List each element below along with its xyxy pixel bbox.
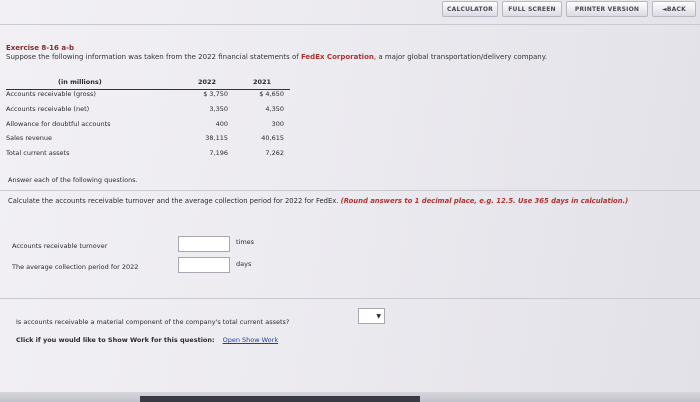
- chevron-down-icon: ▼: [376, 312, 381, 320]
- value-2021: $ 4,650: [259, 90, 284, 98]
- intro-text-after: , a major global transportation/delivery…: [373, 53, 548, 61]
- row-label: Total current assets: [6, 149, 70, 158]
- row-label: Accounts receivable (net): [6, 104, 90, 113]
- turnover-label: Accounts receivable turnover: [12, 242, 108, 250]
- question1-text: Calculate the accounts receivable turnov…: [8, 196, 696, 206]
- value-2022: 400: [215, 119, 228, 128]
- value-2021: 7,262: [265, 149, 284, 158]
- bottom-dark-band: [140, 396, 420, 402]
- value-2021: 40,615: [261, 134, 284, 143]
- header-2022: 2022: [197, 78, 217, 86]
- table-row: Allowance for doubtful accounts 400 300: [6, 120, 290, 135]
- question1-rounding-instruction: (Round answers to 1 decimal place, e.g. …: [340, 197, 629, 205]
- table-row: Sales revenue 38,115 40,615: [6, 134, 290, 149]
- value-2022: 7,196: [209, 149, 228, 158]
- collection-period-input[interactable]: [178, 257, 230, 273]
- table-row: Accounts receivable (gross) $ 3,750 $ 4,…: [6, 90, 290, 105]
- value-2022: 3,350: [209, 104, 228, 113]
- row-label: Sales revenue: [6, 134, 52, 143]
- show-work-text: Click if you would like to Show Work for…: [16, 336, 215, 344]
- value-2022: $ 3,750: [203, 90, 228, 98]
- divider-top: [0, 24, 700, 25]
- row-label: Accounts receivable (gross): [6, 90, 96, 98]
- calculator-button[interactable]: CALCULATOR: [442, 1, 498, 17]
- turnover-unit: times: [236, 238, 255, 246]
- financial-data-table: (in millions) 2022 2021 Accounts receiva…: [6, 78, 290, 164]
- back-button[interactable]: ◄BACK: [652, 1, 696, 17]
- collection-period-unit: days: [236, 260, 252, 268]
- full-screen-button[interactable]: FULL SCREEN: [502, 1, 562, 17]
- turnover-input[interactable]: [178, 236, 230, 252]
- header-2021: 2021: [252, 78, 272, 86]
- show-work-prompt: Click if you would like to Show Work for…: [16, 336, 278, 344]
- value-2021: 300: [271, 119, 284, 128]
- divider-question2: [0, 298, 700, 299]
- table-row: Accounts receivable (net) 3,350 4,350: [6, 105, 290, 120]
- top-toolbar: CALCULATOR FULL SCREEN PRINTER VERSION ◄…: [0, 0, 700, 20]
- company-name: FedEx Corporation: [300, 53, 374, 61]
- material-component-select[interactable]: ▼: [358, 308, 385, 324]
- value-2022: 38,115: [205, 134, 228, 143]
- question1-prompt: Calculate the accounts receivable turnov…: [8, 197, 341, 205]
- row-label: Allowance for doubtful accounts: [6, 119, 111, 128]
- exercise-title: Exercise 8-16 a-b: [6, 44, 74, 52]
- exercise-intro: Suppose the following information was ta…: [6, 53, 547, 61]
- table-row: Total current assets 7,196 7,262: [6, 149, 290, 164]
- header-units: (in millions): [58, 78, 102, 86]
- table-header: (in millions) 2022 2021: [6, 78, 290, 90]
- question2-text: Is accounts receivable a material compon…: [16, 318, 290, 326]
- divider-question1: [0, 190, 700, 191]
- open-show-work-link[interactable]: Open Show Work: [223, 336, 279, 344]
- value-2021: 4,350: [265, 104, 284, 113]
- collection-period-label: The average collection period for 2022: [12, 263, 139, 271]
- printer-version-button[interactable]: PRINTER VERSION: [566, 1, 648, 17]
- intro-text-before: Suppose the following information was ta…: [6, 53, 301, 61]
- answer-instructions: Answer each of the following questions.: [8, 176, 138, 184]
